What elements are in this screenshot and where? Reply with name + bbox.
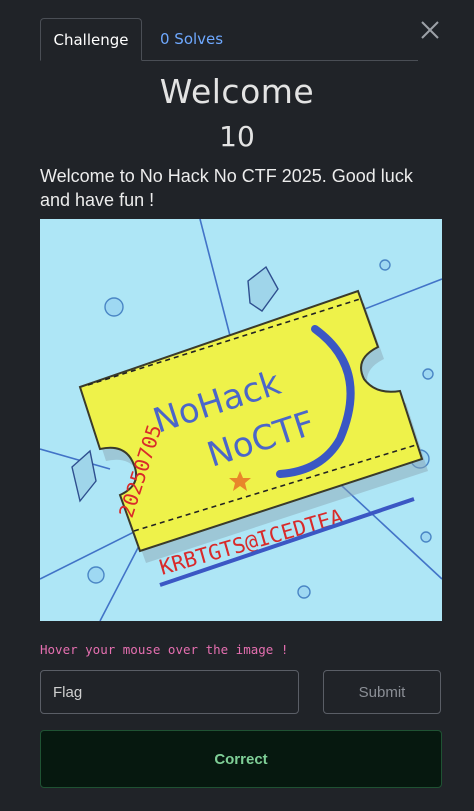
- submit-button[interactable]: Submit: [323, 670, 441, 714]
- challenge-title: Welcome: [159, 72, 315, 111]
- hint-text: Hover your mouse over the image !: [40, 642, 289, 657]
- challenge-points: 10: [219, 120, 255, 153]
- challenge-image[interactable]: 20250705 NoHack NoCTF KRBTGTS@ICEDTEA: [40, 219, 442, 621]
- challenge-tabs: Challenge 0 Solves: [40, 18, 418, 61]
- correct-status: Correct: [40, 730, 442, 788]
- tab-solves[interactable]: 0 Solves: [160, 18, 223, 60]
- ticket-illustration: 20250705 NoHack NoCTF KRBTGTS@ICEDTEA: [40, 219, 442, 621]
- flag-input[interactable]: [40, 670, 299, 714]
- tab-challenge[interactable]: Challenge: [40, 18, 142, 61]
- close-icon[interactable]: [419, 19, 441, 41]
- challenge-description: Welcome to No Hack No CTF 2025. Good luc…: [40, 166, 413, 210]
